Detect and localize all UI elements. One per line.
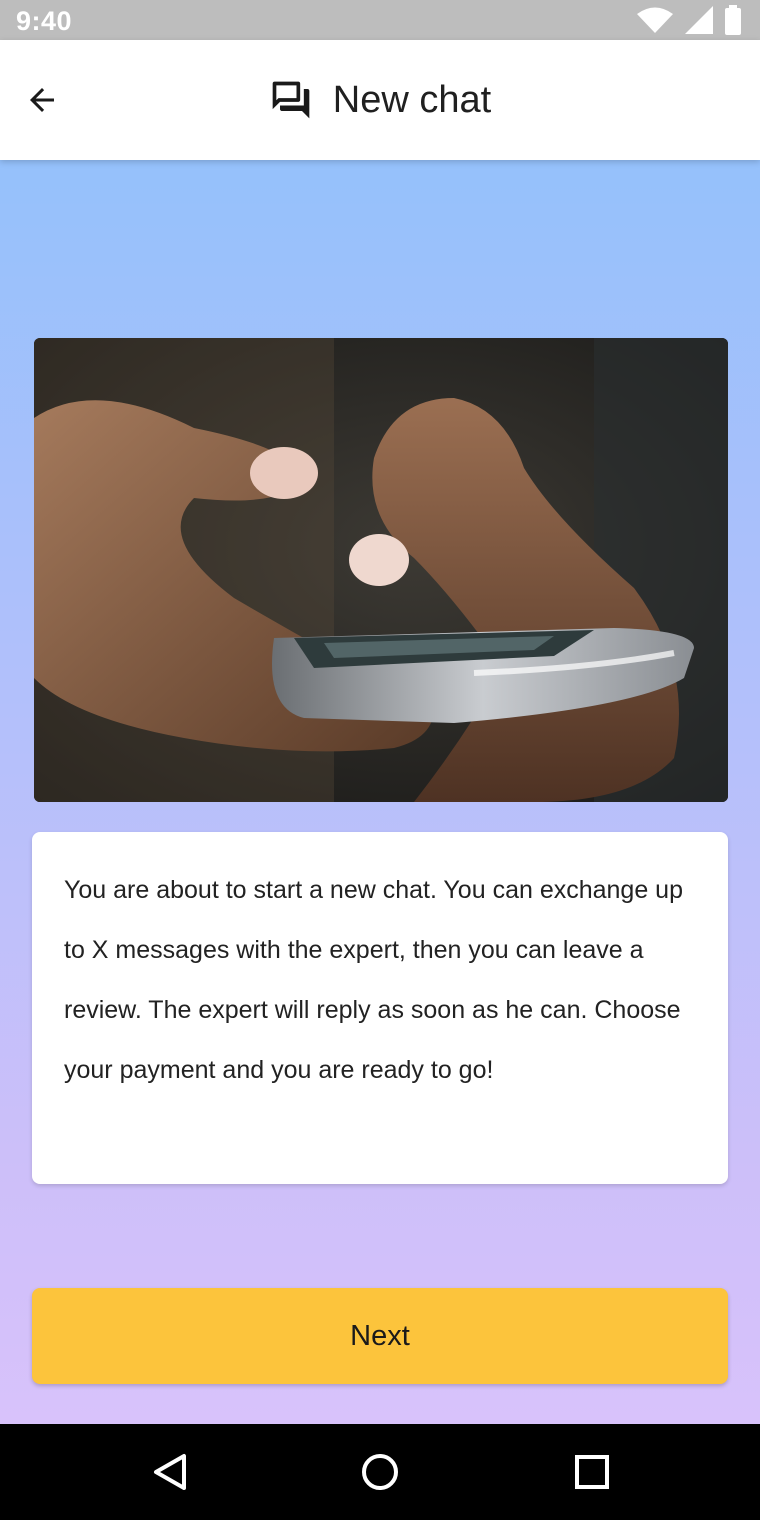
hands-phone-illustration [34, 338, 728, 802]
nav-recents-button[interactable] [564, 1444, 620, 1500]
app-bar: New chat [0, 40, 760, 160]
next-button[interactable]: Next [32, 1288, 728, 1384]
status-bar: 9:40 [0, 0, 760, 40]
wifi-icon [637, 7, 673, 33]
info-card: You are about to start a new chat. You c… [32, 832, 728, 1184]
status-time: 9:40 [16, 6, 73, 36]
signal-icon [685, 6, 713, 34]
system-nav-bar [0, 1424, 760, 1520]
nav-back-button[interactable] [142, 1444, 198, 1500]
recents-square-icon [575, 1455, 609, 1489]
title-group: New chat [0, 40, 760, 160]
home-circle-icon [362, 1454, 398, 1490]
content-area: You are about to start a new chat. You c… [0, 160, 760, 1424]
back-triangle-icon [154, 1454, 186, 1490]
nav-home-button[interactable] [352, 1444, 408, 1500]
page-title: New chat [332, 78, 492, 121]
info-text: You are about to start a new chat. You c… [64, 876, 683, 1084]
status-icons [636, 5, 742, 35]
battery-icon [725, 5, 741, 35]
hero-image [34, 338, 728, 802]
chat-bubbles-icon [272, 81, 310, 119]
